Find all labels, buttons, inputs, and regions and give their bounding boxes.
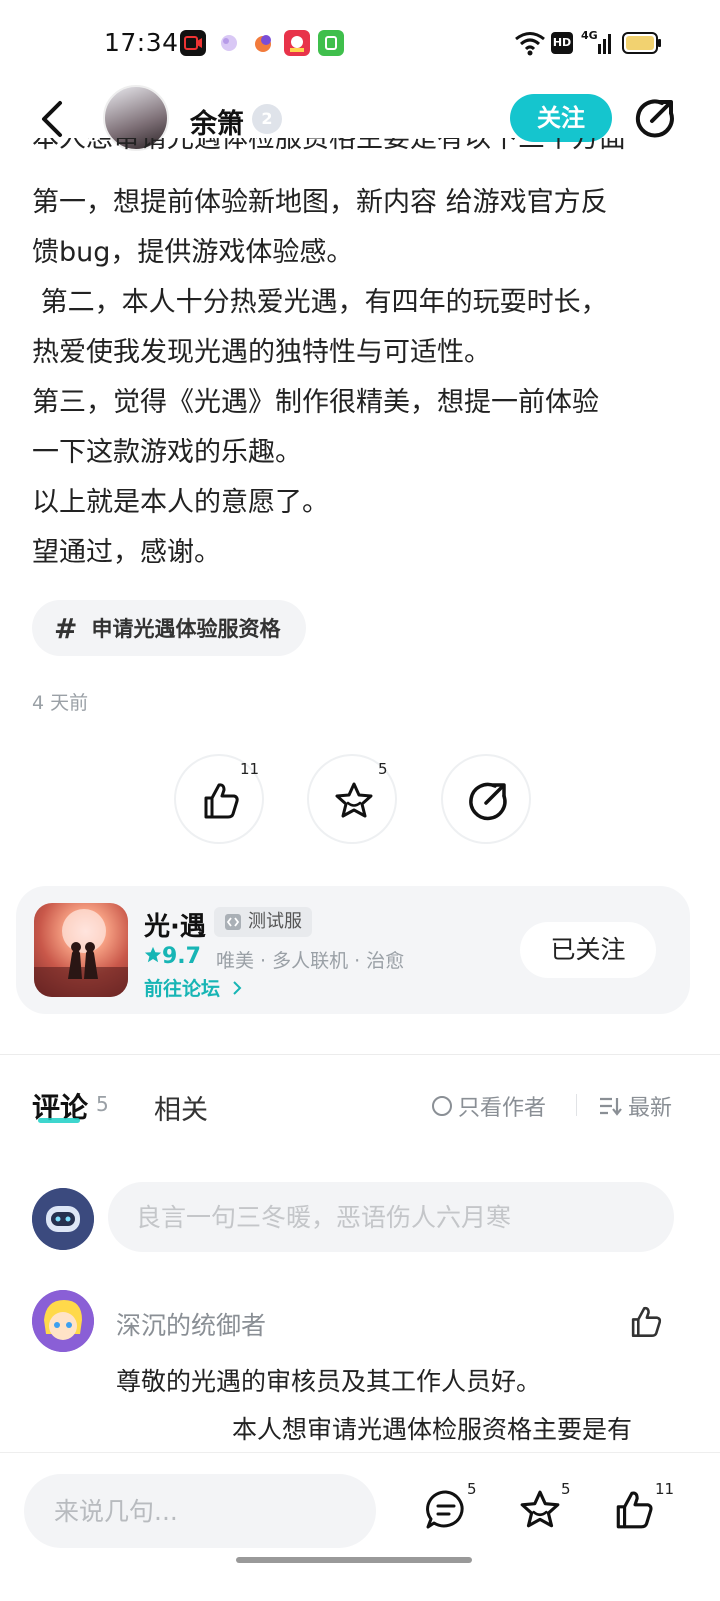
rating-value: 9.7 (162, 944, 201, 969)
my-avatar (32, 1188, 94, 1250)
forum-link-label: 前往论坛 (144, 978, 221, 1000)
comment-text: 本人想审请光遇体检服资格主要是有 (232, 1415, 633, 1444)
badge-label: 测试服 (248, 911, 302, 932)
comment-icon[interactable] (424, 1488, 468, 1536)
commenter-name[interactable]: 深沉的统御者 (116, 1306, 266, 1342)
favorite-count: 5 (378, 760, 388, 778)
hash-icon: # (54, 611, 78, 645)
topic-label: 申请光遇体验服资格 (91, 617, 281, 641)
level-badge: 2 (252, 104, 282, 134)
go-to-forum-link[interactable]: 前往论坛 (144, 974, 243, 1001)
post-line: 第一，想提前体验新地图，新内容 给游戏官方反 (32, 187, 608, 218)
post-line: 热爱使我发现光遇的独特性与可适性。 (32, 337, 491, 368)
share-button[interactable] (441, 754, 531, 844)
comment-input[interactable] (108, 1182, 674, 1252)
only-author-label: 只看作者 (458, 1096, 547, 1121)
post-line: 望通过，感谢。 (32, 537, 221, 568)
post-line: 一下这款游戏的乐趣。 (32, 437, 302, 468)
radio-icon (432, 1096, 452, 1116)
game-notification-icon (250, 30, 276, 56)
star-count: 5 (561, 1480, 571, 1498)
star-icon (335, 782, 373, 818)
sort-toggle[interactable]: 最新 (598, 1090, 672, 1122)
followed-button[interactable]: 已关注 (520, 922, 656, 978)
post-line: 第三，觉得《光遇》制作很精美，想提一前体验 (32, 387, 599, 418)
only-author-toggle[interactable]: 只看作者 (432, 1090, 546, 1122)
star-icon[interactable] (518, 1488, 562, 1536)
post-line: 第二，本人十分热爱光遇，有四年的玩耍时长， (32, 287, 608, 318)
hd-icon: HD (551, 32, 573, 54)
reply-input[interactable] (24, 1474, 376, 1548)
sort-label: 最新 (628, 1096, 673, 1121)
test-server-badge: 测试服 (214, 907, 312, 937)
tasks-app-icon (318, 30, 344, 56)
like-count: 11 (240, 760, 260, 778)
post-body: 第一，想提前体验新地图，新内容 给游戏官方反 馈bug，提供游戏体验感。 第二，… (32, 178, 692, 578)
thumbs-up-icon[interactable] (612, 1488, 656, 1536)
game-tags: 唯美 · 多人联机 · 治愈 (216, 950, 405, 972)
star-rating-icon (144, 946, 162, 963)
section-divider (0, 1054, 720, 1055)
like-count: 11 (655, 1480, 675, 1498)
comment-text: 尊敬的光遇的审核员及其工作人员好。 (116, 1367, 542, 1396)
game-cover-image[interactable] (34, 903, 128, 997)
shopping-app-icon (284, 30, 310, 56)
post-line: 馈bug，提供游戏体验感。 (32, 237, 354, 268)
signal-icon (586, 30, 614, 60)
author-name[interactable]: 余箫 (190, 102, 244, 141)
active-tab-indicator (38, 1118, 80, 1123)
share-icon[interactable] (634, 97, 676, 139)
filter-divider (576, 1094, 577, 1116)
tab-related[interactable]: 相关 (154, 1088, 208, 1127)
commenter-avatar[interactable] (32, 1290, 94, 1352)
topic-tag[interactable]: # 申请光遇体验服资格 (32, 600, 307, 656)
sort-icon (600, 1097, 622, 1116)
home-indicator[interactable] (236, 1557, 472, 1563)
battery-icon (622, 32, 662, 58)
chevron-right-icon (232, 981, 242, 995)
thumbs-up-icon (204, 783, 239, 819)
wifi-icon (514, 30, 546, 60)
back-icon[interactable] (38, 100, 68, 138)
tab-comments-count: 5 (96, 1092, 109, 1116)
comment-like-icon[interactable] (628, 1304, 664, 1344)
follow-button[interactable]: 关注 (510, 94, 612, 142)
share-icon (469, 782, 507, 821)
status-bar: 17:34 HD 4G (0, 0, 720, 88)
comment-count: 5 (467, 1480, 477, 1498)
post-text-cut-line: 本人想审请光遇体检服资格主要是有以下三个方面 (32, 138, 626, 154)
app-notification-icon (216, 30, 242, 56)
game-rating: 9.7 (144, 944, 201, 969)
code-icon (225, 914, 241, 930)
game-title[interactable]: 光·遇 (144, 906, 206, 943)
post-line: 以上就是本人的意愿了。 (32, 487, 329, 518)
post-time: 4 天前 (32, 692, 89, 714)
status-time: 17:34 (104, 28, 179, 57)
screen-record-icon (180, 30, 206, 56)
